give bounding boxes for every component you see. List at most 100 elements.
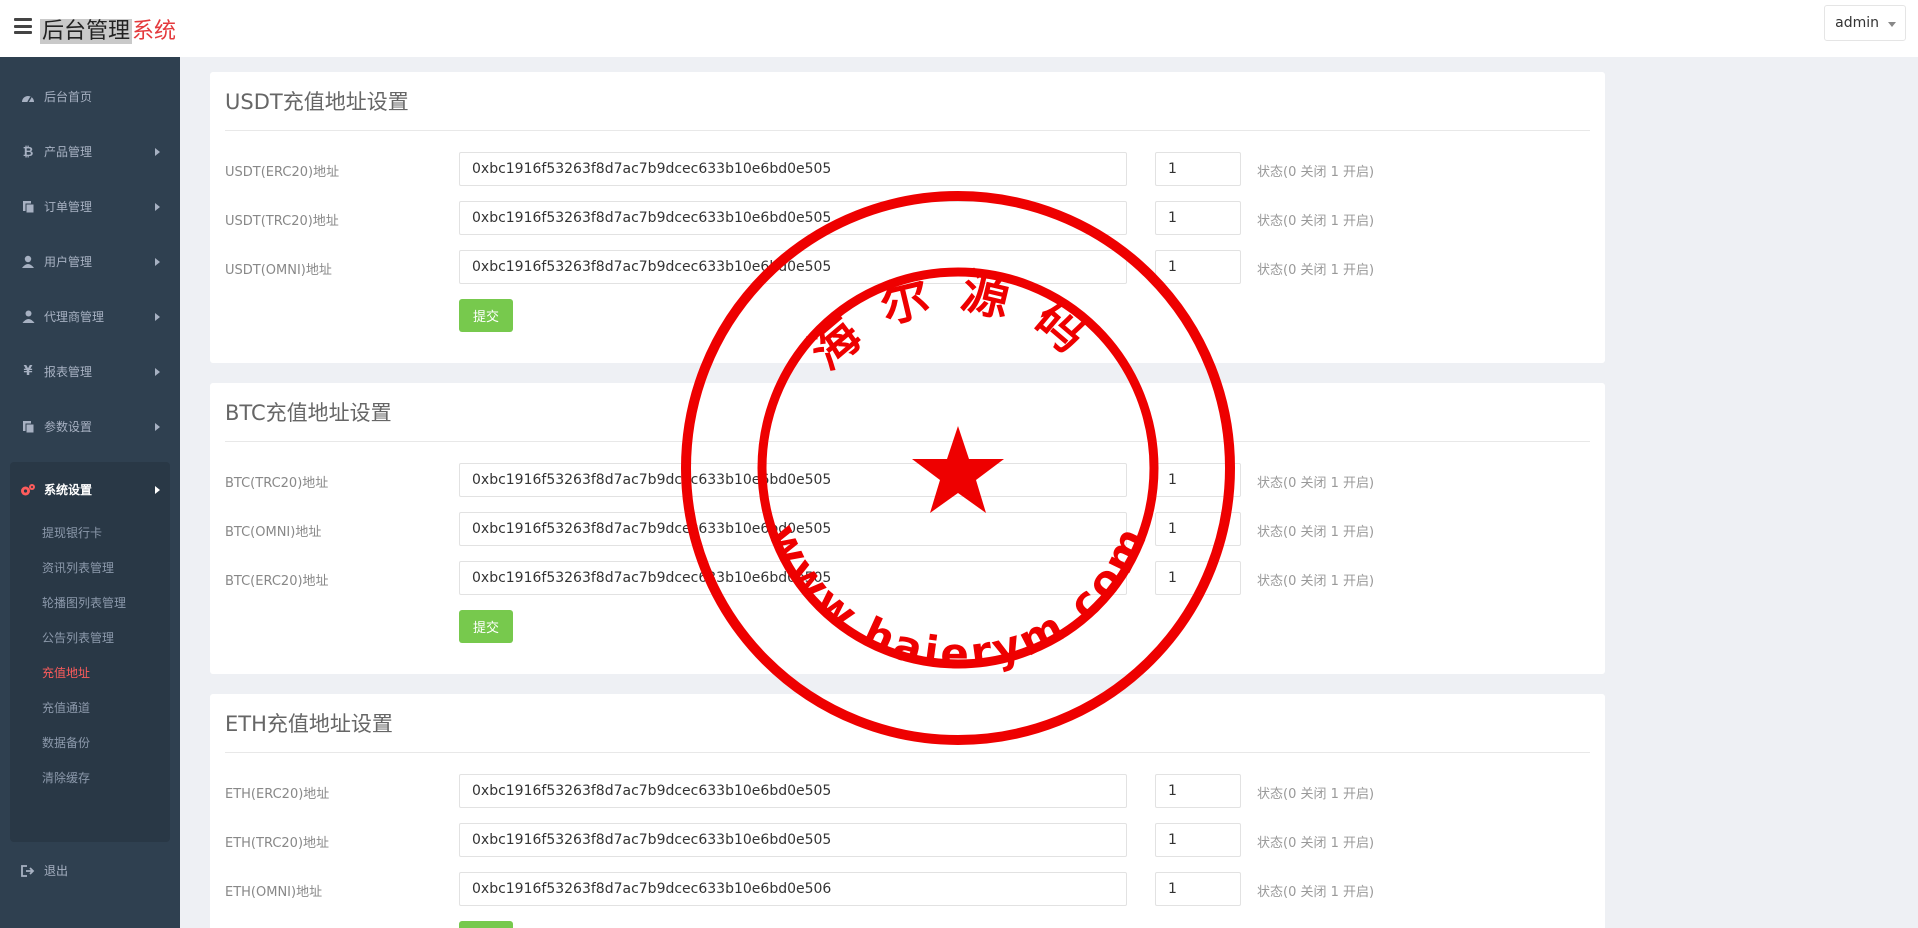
copy-icon	[20, 420, 36, 434]
submit-button[interactable]: 提交	[459, 610, 513, 643]
submenu-item-recharge-address[interactable]: 充值地址	[42, 664, 90, 681]
field-label: USDT(TRC20)地址	[225, 214, 339, 229]
status-input[interactable]	[1155, 561, 1241, 595]
status-hint: 状态(0 关闭 1 开启)	[1257, 836, 1375, 851]
address-input[interactable]	[459, 201, 1127, 235]
chevron-right-icon	[155, 148, 160, 156]
sidebar-item-agents[interactable]: 代理商管理	[0, 289, 180, 344]
caret-down-icon	[1888, 22, 1896, 27]
sidebar-item-products[interactable]: ₿ 产品管理	[0, 124, 180, 179]
app-brand: 后台管理系统	[40, 13, 176, 45]
sign-out-icon	[20, 864, 36, 878]
status-input[interactable]	[1155, 512, 1241, 546]
sidebar-item-label: 报表管理	[44, 365, 93, 379]
status-input[interactable]	[1155, 872, 1241, 906]
address-input[interactable]	[459, 823, 1127, 857]
user-dropdown[interactable]: admin	[1824, 5, 1906, 41]
address-input[interactable]	[459, 512, 1127, 546]
yen-icon: ¥	[23, 364, 33, 379]
status-hint: 状态(0 关闭 1 开启)	[1257, 885, 1375, 900]
address-input[interactable]	[459, 152, 1127, 186]
status-input[interactable]	[1155, 201, 1241, 235]
brand-main: 后台管理	[40, 19, 133, 44]
chevron-right-icon	[155, 486, 160, 494]
sidebar-item-label: 系统设置	[44, 483, 93, 497]
field-label: ETH(OMNI)地址	[225, 885, 323, 900]
address-input[interactable]	[459, 463, 1127, 497]
submenu-item-carousel[interactable]: 轮播图列表管理	[42, 594, 126, 611]
submenu-item-recharge-channel[interactable]: 充值通道	[42, 699, 90, 716]
section-divider	[225, 752, 1590, 753]
menu-toggle-icon[interactable]	[14, 18, 32, 34]
address-input[interactable]	[459, 561, 1127, 595]
section-divider	[225, 441, 1590, 442]
section-divider	[225, 130, 1590, 131]
sidebar-item-logout[interactable]: 退出	[0, 843, 180, 898]
field-label: USDT(ERC20)地址	[225, 165, 340, 180]
brand-accent: 系统	[132, 19, 177, 44]
submenu-item-bank-card[interactable]: 提现银行卡	[42, 524, 102, 541]
chevron-right-icon	[155, 203, 160, 211]
sidebar-item-users[interactable]: 用户管理	[0, 234, 180, 289]
section-title: ETH充值地址设置	[225, 712, 393, 736]
chevron-right-icon	[155, 423, 160, 431]
sidebar-item-label: 订单管理	[44, 200, 93, 214]
chevron-right-icon	[155, 368, 160, 376]
field-label: BTC(ERC20)地址	[225, 574, 329, 589]
user-icon	[20, 255, 36, 269]
field-label: BTC(TRC20)地址	[225, 476, 329, 491]
address-input[interactable]	[459, 872, 1127, 906]
sidebar-item-label: 代理商管理	[44, 310, 105, 324]
sidebar-item-params[interactable]: 参数设置	[0, 399, 180, 454]
bitcoin-icon: ₿	[22, 144, 34, 160]
status-input[interactable]	[1155, 152, 1241, 186]
status-input[interactable]	[1155, 823, 1241, 857]
submit-button[interactable]: 提交	[459, 921, 513, 928]
usdt-settings-card: USDT充值地址设置 USDT(ERC20)地址 状态(0 关闭 1 开启) U…	[210, 72, 1605, 363]
status-hint: 状态(0 关闭 1 开启)	[1257, 525, 1375, 540]
chevron-right-icon	[155, 258, 160, 266]
dashboard-icon	[20, 90, 36, 104]
btc-settings-card: BTC充值地址设置 BTC(TRC20)地址 状态(0 关闭 1 开启) BTC…	[210, 383, 1605, 674]
status-hint: 状态(0 关闭 1 开启)	[1257, 476, 1375, 491]
submit-button[interactable]: 提交	[459, 299, 513, 332]
status-hint: 状态(0 关闭 1 开启)	[1257, 574, 1375, 589]
sidebar-item-orders[interactable]: 订单管理	[0, 179, 180, 234]
address-input[interactable]	[459, 250, 1127, 284]
status-hint: 状态(0 关闭 1 开启)	[1257, 214, 1375, 229]
sidebar-item-reports[interactable]: ¥ 报表管理	[0, 344, 180, 399]
status-hint: 状态(0 关闭 1 开启)	[1257, 787, 1375, 802]
status-input[interactable]	[1155, 250, 1241, 284]
sidebar-item-home[interactable]: 后台首页	[0, 69, 180, 124]
user-name: admin	[1835, 15, 1879, 31]
status-input[interactable]	[1155, 463, 1241, 497]
chevron-right-icon	[155, 313, 160, 321]
sidebar-item-label: 用户管理	[44, 255, 93, 269]
field-label: BTC(OMNI)地址	[225, 525, 322, 540]
sidebar-item-label: 后台首页	[44, 90, 93, 104]
section-title: USDT充值地址设置	[225, 90, 409, 114]
submenu-item-news[interactable]: 资讯列表管理	[42, 559, 114, 576]
field-label: ETH(ERC20)地址	[225, 787, 330, 802]
eth-settings-card: ETH充值地址设置 ETH(ERC20)地址 状态(0 关闭 1 开启) ETH…	[210, 694, 1605, 928]
sidebar-item-label: 产品管理	[44, 145, 93, 159]
gears-icon	[20, 483, 36, 497]
top-header: 后台管理系统 admin	[0, 0, 1918, 57]
status-hint: 状态(0 关闭 1 开启)	[1257, 263, 1375, 278]
users-icon	[20, 310, 36, 324]
system-submenu: 提现银行卡 资讯列表管理 轮播图列表管理 公告列表管理 充值地址 充值通道 数据…	[10, 517, 170, 842]
sidebar-item-system[interactable]: 系统设置	[10, 462, 170, 517]
address-input[interactable]	[459, 774, 1127, 808]
sidebar: 后台首页 ₿ 产品管理 订单管理 用户管理 代理商管理 ¥ 报表管理 参数设置 …	[0, 57, 180, 928]
status-input[interactable]	[1155, 774, 1241, 808]
sidebar-item-label: 退出	[44, 864, 69, 878]
copy-icon	[20, 200, 36, 214]
section-title: BTC充值地址设置	[225, 401, 392, 425]
submenu-item-notice[interactable]: 公告列表管理	[42, 629, 114, 646]
field-label: ETH(TRC20)地址	[225, 836, 330, 851]
status-hint: 状态(0 关闭 1 开启)	[1257, 165, 1375, 180]
sidebar-item-label: 参数设置	[44, 420, 93, 434]
field-label: USDT(OMNI)地址	[225, 263, 332, 278]
submenu-item-clear-cache[interactable]: 清除缓存	[42, 769, 90, 786]
submenu-item-backup[interactable]: 数据备份	[42, 734, 90, 751]
